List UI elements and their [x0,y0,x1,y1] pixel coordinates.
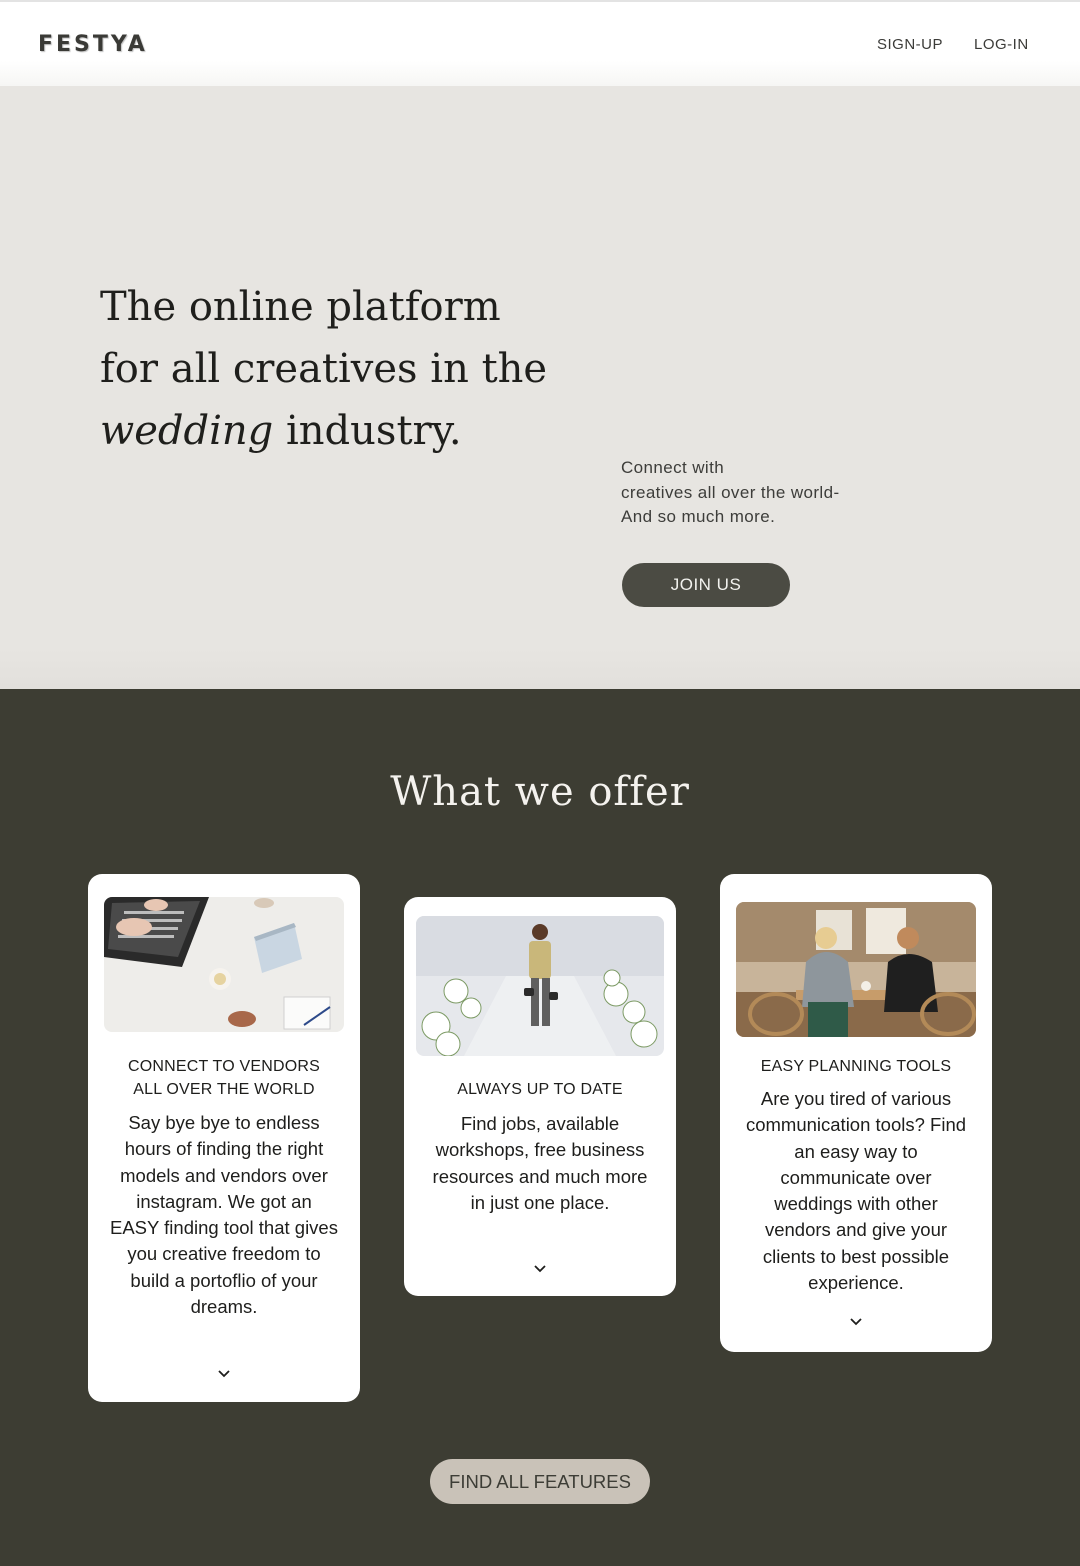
card-description: Are you tired of various communication t… [745,1088,967,1294]
hero-description: Connect with creatives all over the worl… [621,456,901,530]
headline-rest: industry. [273,408,462,454]
feature-card-vendors: CONNECT TO VENDORS ALL OVER THE WORLD Sa… [88,874,360,1402]
chevron-down-icon[interactable] [217,1368,231,1378]
card-description: Find jobs, available workshops, free bus… [432,1113,648,1213]
card-title-line-2: ALL OVER THE WORLD [133,1081,315,1098]
cafe-meeting-photo [736,902,976,1037]
wedding-photographer-photo [416,916,664,1056]
find-all-features-button[interactable]: FIND ALL FEATURES [430,1459,650,1504]
offer-section: What we offer CONNECT TO VENDORS ALL OVE… [0,689,1080,1566]
nav-login-link[interactable]: LOG-IN [974,36,1029,53]
hero-section: The online platform for all creatives in… [0,86,1080,689]
headline-line-1: The online platform [100,284,501,330]
site-header: FESTYA SIGN-UP LOG-IN [0,2,1080,86]
card-title: ALWAYS UP TO DATE [457,1081,623,1098]
headline-line-2: for all creatives in the [100,346,548,392]
hero-text-line-2: creatives all over the world- [621,482,840,502]
wedding-aisle-illustration [416,916,664,1056]
join-us-button[interactable]: JOIN US [622,563,790,607]
laptop-desk-photo [104,897,344,1032]
hero-text-line-1: Connect with [621,458,725,477]
nav-signup-link[interactable]: SIGN-UP [877,36,943,53]
card-title: CONNECT TO VENDORS ALL OVER THE WORLD [88,1055,360,1101]
headline-line-3: wedding industry. [100,400,540,462]
chevron-down-icon[interactable] [849,1316,863,1326]
chevron-down-icon[interactable] [533,1263,547,1273]
card-title-line-1: CONNECT TO VENDORS [127,1058,321,1075]
feature-card-updates: ALWAYS UP TO DATE Find jobs, available w… [404,897,676,1296]
card-title: EASY PLANNING TOOLS [760,1058,952,1075]
laptop-desk-illustration [104,897,344,1032]
cafe-meeting-illustration [736,902,976,1037]
card-description: Say bye bye to endless hours of finding … [110,1112,338,1318]
hero-bottom-shadow [0,649,1080,689]
headline-italic-word: wedding [100,408,274,454]
hero-headline: The online platform for all creatives in… [100,276,548,462]
feature-card-planning: EASY PLANNING TOOLS Are you tired of var… [720,874,992,1352]
hero-text-line-3: And so much more. [621,507,776,526]
logo[interactable]: FESTYA [38,32,148,57]
offer-title: What we offer [390,769,690,815]
